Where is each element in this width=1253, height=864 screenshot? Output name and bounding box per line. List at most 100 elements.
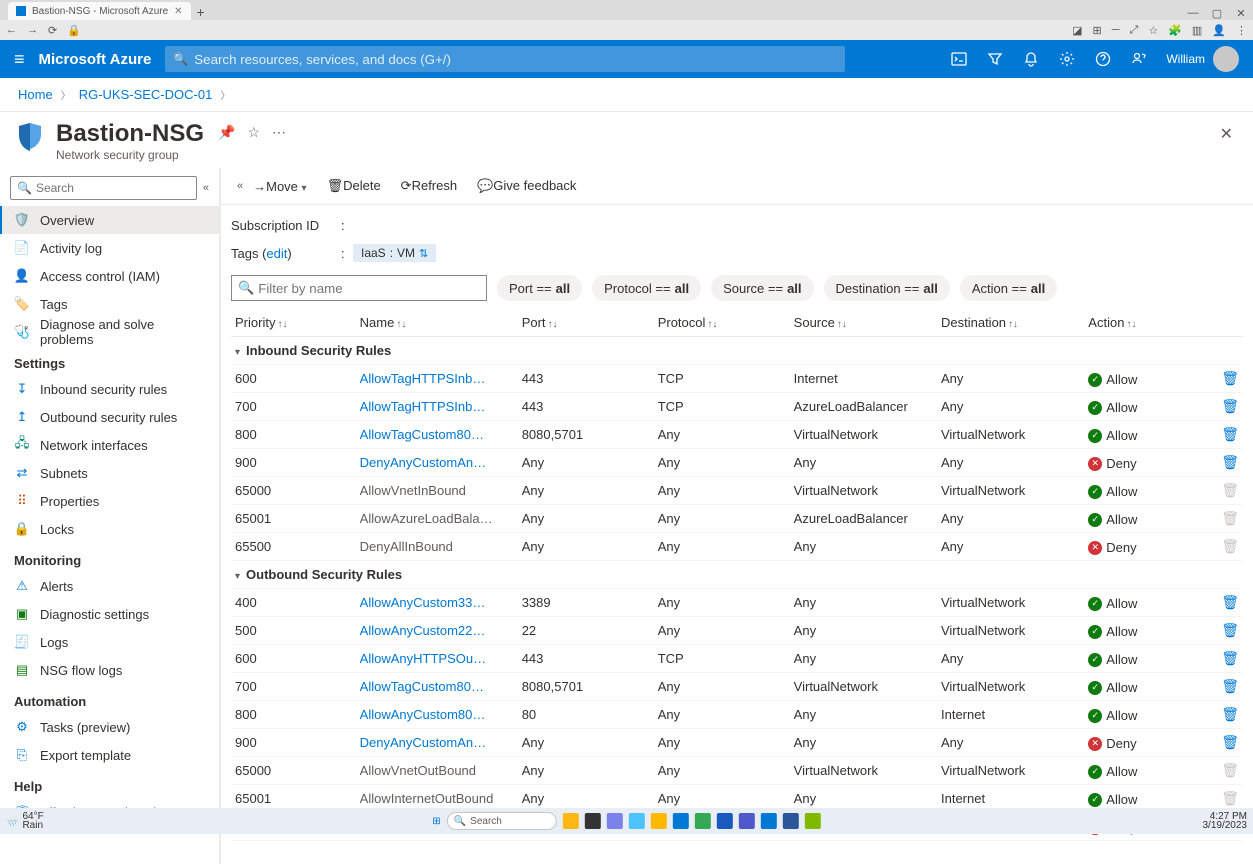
tab-close-icon[interactable]: ✕ [174,6,182,17]
sidebar-item[interactable]: ⚙Tasks (preview) [0,713,219,741]
delete-button[interactable]: 🗑Delete [327,178,381,194]
browser-tab[interactable]: Bastion-NSG - Microsoft Azure ✕ [8,2,191,20]
delete-rule-icon[interactable]: 🗑 [1221,706,1239,722]
ext-icon[interactable]: ─ [1112,24,1120,37]
delete-rule-icon[interactable]: 🗑 [1221,734,1239,750]
filter-pill[interactable]: Port == all [497,275,582,301]
scroll-left-icon[interactable]: « [237,180,243,192]
col-source[interactable]: Source↑↓ [790,309,937,337]
delete-rule-icon[interactable]: 🗑 [1221,594,1239,610]
sidebar-item[interactable]: 🖧Network interfaces [0,431,219,459]
ext-icon[interactable]: ⊞ [1092,24,1101,37]
delete-rule-icon[interactable]: 🗑 [1221,398,1239,414]
user-menu[interactable]: William [1166,46,1239,72]
rule-name-link[interactable]: AllowAnyHTTPSOutbou... [360,651,490,666]
sidebar-item[interactable]: 🏷️Tags [0,290,219,318]
sidebar-item[interactable]: ⚠Alerts [0,572,219,600]
rule-name-link[interactable]: DenyAnyCustomAnyInb... [360,455,490,470]
delete-rule-icon[interactable]: 🗑 [1221,370,1239,386]
window-minimize[interactable]: — [1181,7,1205,20]
col-destination[interactable]: Destination↑↓ [937,309,1084,337]
taskbar-search[interactable]: 🔍 Search [447,812,557,830]
rule-name-link[interactable]: AllowTagCustom8080_5... [360,679,490,694]
clock[interactable]: 4:27 PM 3/19/2023 [1203,812,1253,830]
rule-name-link[interactable]: AllowTagHTTPSInbound [360,399,490,414]
app-icon[interactable] [783,813,799,829]
delete-rule-icon[interactable]: 🗑 [1221,454,1239,470]
nav-refresh-icon[interactable]: ⟳ [48,24,57,37]
profile-icon[interactable]: 👤 [1212,24,1226,37]
settings-icon[interactable] [1058,50,1076,68]
app-icon[interactable] [761,813,777,829]
app-icon[interactable] [651,813,667,829]
weather-widget[interactable]: 64°F Rain [22,812,43,830]
global-search[interactable]: 🔍 [165,46,845,72]
nav-back-icon[interactable]: ← [6,24,17,36]
cloud-shell-icon[interactable] [950,50,968,68]
col-action[interactable]: Action↑↓ [1084,309,1209,337]
delete-rule-icon[interactable]: 🗑 [1221,426,1239,442]
col-protocol[interactable]: Protocol↑↓ [654,309,790,337]
refresh-button[interactable]: ⟳Refresh [401,178,457,194]
delete-rule-icon[interactable]: 🗑 [1221,622,1239,638]
sidebar-item[interactable]: 🔒Locks [0,515,219,543]
move-button[interactable]: →Move ▾ [253,179,306,194]
global-search-input[interactable] [194,52,837,67]
app-icon[interactable] [629,813,645,829]
filter-pill[interactable]: Protocol == all [592,275,701,301]
sidebar-search[interactable]: 🔍 [10,176,197,200]
sidebar-item[interactable]: ▣Diagnostic settings [0,600,219,628]
filter-name-input[interactable] [258,281,480,296]
new-tab-button[interactable]: + [197,4,205,20]
delete-rule-icon[interactable]: 🗑 [1221,678,1239,694]
hamburger-icon[interactable]: ≡ [14,49,25,70]
delete-rule-icon[interactable]: 🗑 [1221,650,1239,666]
ext-icon[interactable]: ▥ [1192,24,1202,37]
app-icon[interactable] [673,813,689,829]
ext-icon[interactable]: ☆ [1148,24,1158,37]
rule-name-link[interactable]: AllowAnyCustom80Out... [360,707,490,722]
nav-forward-icon[interactable]: → [27,24,38,36]
sidebar-item[interactable]: ⎘Export template [0,741,219,769]
filter-name[interactable]: 🔍 [231,275,487,301]
crumb-rg[interactable]: RG-UKS-SEC-DOC-01 [79,87,213,102]
app-icon[interactable] [563,813,579,829]
app-icon[interactable] [805,813,821,829]
feedback-button[interactable]: 💬Give feedback [477,178,576,194]
rule-name-link[interactable]: AllowTagHTTPSInbound... [360,371,490,386]
more-icon[interactable]: ⋯ [272,124,286,141]
col-priority[interactable]: Priority↑↓ [231,309,356,337]
sidebar-item[interactable]: 👤Access control (IAM) [0,262,219,290]
close-blade-icon[interactable]: ✕ [1216,120,1237,148]
rules-section-row[interactable]: ▾Inbound Security Rules [231,337,1243,365]
edit-tags-link[interactable]: edit [266,246,287,261]
collapse-sidebar-icon[interactable]: « [203,182,209,194]
sidebar-item[interactable]: 🛡️Overview [0,206,219,234]
ext-icon[interactable]: ⤢ [1130,24,1139,37]
app-icon[interactable] [585,813,601,829]
sidebar-item[interactable]: ⠿Properties [0,487,219,515]
app-icon[interactable] [739,813,755,829]
menu-icon[interactable]: ⋮ [1236,24,1247,37]
app-icon[interactable] [695,813,711,829]
sidebar-item[interactable]: 🧾Logs [0,628,219,656]
crumb-home[interactable]: Home [18,87,53,102]
filter-icon[interactable] [986,50,1004,68]
sidebar-item[interactable]: ⇄Subnets [0,459,219,487]
help-icon[interactable] [1094,50,1112,68]
feedback-icon[interactable] [1130,50,1148,68]
col-name[interactable]: Name↑↓ [356,309,518,337]
filter-pill[interactable]: Destination == all [824,275,950,301]
sidebar-item[interactable]: 🩺Diagnose and solve problems [0,318,219,346]
filter-pill[interactable]: Source == all [711,275,813,301]
tag-chip[interactable]: IaaS : VM ⇅ [353,244,436,262]
brand-label[interactable]: Microsoft Azure [39,51,152,68]
ext-icon[interactable]: ◪ [1072,24,1082,37]
app-icon[interactable] [607,813,623,829]
sidebar-item[interactable]: ↥Outbound security rules [0,403,219,431]
start-icon[interactable]: ⊞ [432,816,440,827]
rule-name-link[interactable]: AllowAnyCustom22Out... [360,623,490,638]
rule-name-link[interactable]: AllowTagCustom8080_5... [360,427,490,442]
app-icon[interactable] [717,813,733,829]
col-port[interactable]: Port↑↓ [518,309,654,337]
